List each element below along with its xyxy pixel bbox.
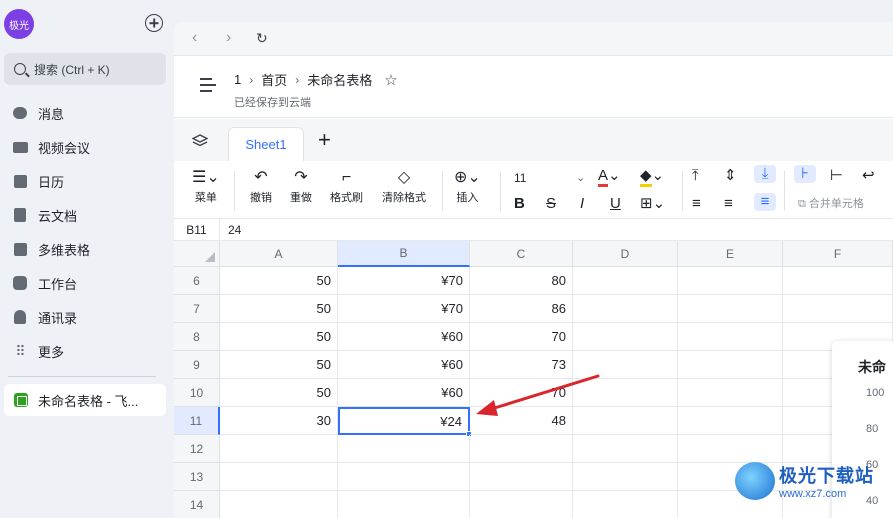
video-icon — [12, 139, 28, 155]
watermark-url: www.xz7.com — [779, 488, 847, 500]
sidebar-item-contacts[interactable]: 通讯录 — [0, 300, 174, 334]
sidebar-item-label: 日历 — [38, 174, 65, 190]
contacts-icon — [12, 309, 28, 325]
new-plus-icon[interactable] — [145, 14, 163, 32]
sidebar-item-label: 工作台 — [38, 276, 78, 292]
sidebar-divider — [8, 376, 156, 377]
sheet-icon — [14, 393, 28, 407]
sidebar-item-label: 云文档 — [38, 208, 78, 224]
sidebar-item-label: 视频会议 — [38, 140, 91, 156]
workplace-icon — [12, 275, 28, 291]
sidebar-item-calendar[interactable]: 日历 — [0, 164, 174, 198]
sidebar-open-doc[interactable]: 未命名表格 - 飞... — [4, 384, 166, 416]
watermark-logo-icon — [735, 462, 775, 500]
sidebar-item-messages[interactable]: 消息 — [0, 96, 174, 130]
base-icon — [12, 241, 28, 257]
sidebar-item-video[interactable]: 视频会议 — [0, 130, 174, 164]
message-icon — [12, 105, 28, 121]
chart-tick: 100 — [866, 387, 885, 399]
annotation-arrow — [476, 374, 600, 416]
watermark-title: 极光下载站 — [779, 466, 874, 486]
search-box[interactable]: 搜索 (Ctrl + K) — [4, 53, 166, 85]
sidebar-item-label: 多维表格 — [38, 242, 91, 258]
chart-tick: 80 — [866, 423, 879, 435]
more-icon: ⠿ — [15, 342, 25, 359]
sidebar-item-label: 通讯录 — [38, 310, 78, 326]
sidebar-item-label: 更多 — [38, 344, 65, 360]
search-icon — [14, 63, 26, 75]
main-panel: ‹ › ↻ 1 › 首页 › 未命名表格 ☆ 已经保存到云端 Sheet1 + … — [174, 22, 893, 518]
open-doc-label: 未命名表格 - 飞... — [38, 393, 139, 409]
sidebar-item-docs[interactable]: 云文档 — [0, 198, 174, 232]
watermark: 极光下载站 www.xz7.com — [735, 462, 874, 500]
sidebar-item-base[interactable]: 多维表格 — [0, 232, 174, 266]
sidebar-item-more[interactable]: ⠿ 更多 — [0, 334, 174, 368]
sidebar: 极光 搜索 (Ctrl + K) 消息 视频会议 日历 云文档 多维表格 工作台 — [0, 0, 174, 518]
sidebar-nav: 消息 视频会议 日历 云文档 多维表格 工作台 通讯录 ⠿ 更多 — [0, 96, 174, 368]
avatar[interactable]: 极光 — [4, 9, 34, 39]
search-placeholder: 搜索 (Ctrl + K) — [34, 62, 110, 77]
sidebar-item-workplace[interactable]: 工作台 — [0, 266, 174, 300]
calendar-icon — [12, 173, 28, 189]
sidebar-item-label: 消息 — [38, 106, 65, 122]
chart-title: 未命 — [858, 359, 886, 375]
cloud-doc-icon — [12, 207, 28, 223]
